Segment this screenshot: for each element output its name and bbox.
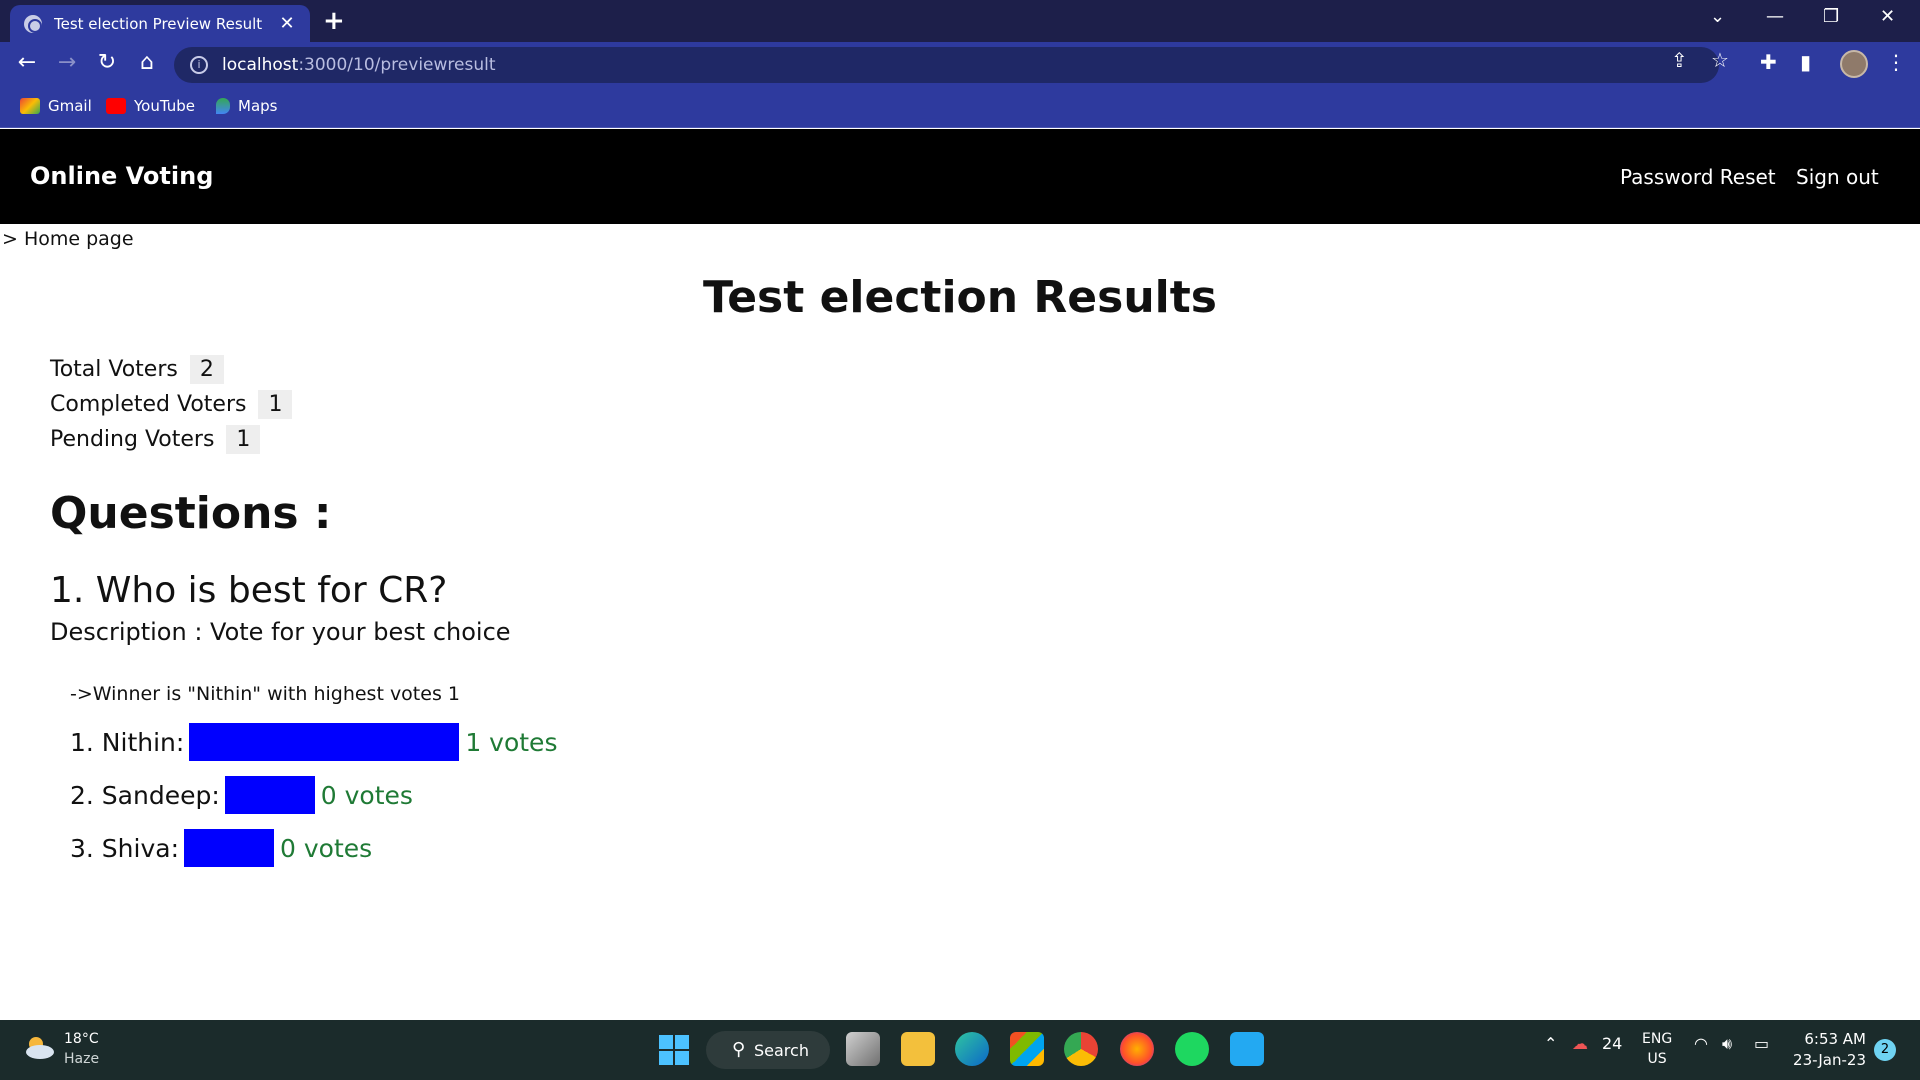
bookmarks-bar: Gmail YouTube Maps [0,88,1920,128]
search-icon: ⚲ [732,1039,746,1060]
firefox-icon[interactable] [1120,1032,1154,1066]
questions-heading: Questions : [50,488,332,539]
battery-icon[interactable]: ▭ [1754,1034,1769,1053]
store-icon[interactable] [1010,1032,1044,1066]
option-row: 1. Nithin: 1 votes [70,723,557,761]
total-voters-stat: Total Voters 2 [50,355,224,384]
bookmark-youtube[interactable]: YouTube [106,97,195,115]
share-icon[interactable]: ⇪ [1671,48,1688,72]
task-view-icon[interactable] [846,1032,880,1066]
stat-value: 1 [226,425,261,454]
weather-widget[interactable]: 18°C Haze [64,1029,99,1069]
language: ENG [1642,1031,1673,1047]
browser-tab[interactable]: Test election Preview Result ✕ [10,5,310,42]
vote-bar [189,723,460,761]
bookmark-maps[interactable]: Maps [216,97,277,115]
region: US [1647,1051,1667,1067]
back-icon[interactable]: ← [12,50,42,75]
url-text: localhost:3000/10/previewresult [222,55,496,75]
youtube-icon [106,98,126,114]
home-page-link[interactable]: > Home page [2,228,134,250]
vote-count: 1 votes [465,727,558,757]
stat-label: Completed Voters [50,392,247,417]
vote-count: 0 votes [320,780,413,810]
stat-value: 1 [258,390,293,419]
vscode-icon[interactable] [1230,1032,1264,1066]
vote-bar [184,829,274,867]
brand-logo[interactable]: Online Voting [30,162,213,190]
tab-title: Test election Preview Result [54,14,263,33]
browser-toolbar: ← → ↻ ⌂ i localhost:3000/10/previewresul… [0,42,1920,88]
tab-search-icon[interactable]: ⌄ [1710,6,1725,27]
option-row: 2. Sandeep: 0 votes [70,776,413,814]
vote-bar [224,776,315,814]
edge-icon[interactable] [955,1032,989,1066]
restore-icon[interactable]: ❐ [1823,6,1839,27]
bookmark-label: Maps [238,97,278,115]
sign-out-link[interactable]: Sign out [1796,165,1879,189]
completed-voters-stat: Completed Voters 1 [50,390,293,419]
time: 6:53 AM [1804,1030,1866,1048]
tray-count[interactable]: 24 [1602,1034,1622,1053]
notification-badge[interactable]: 2 [1874,1039,1896,1061]
menu-icon[interactable]: ⋮ [1886,50,1906,74]
search-label: Search [754,1040,809,1060]
clock[interactable]: 6:53 AM 23-Jan-23 [1790,1029,1866,1071]
close-window-icon[interactable]: ✕ [1880,6,1895,27]
page-title: Test election Results [703,272,1217,323]
winner-text: ->Winner is "Nithin" with highest votes … [70,683,460,705]
pending-voters-stat: Pending Voters 1 [50,425,261,454]
vote-count: 0 votes [280,833,373,863]
close-tab-icon[interactable]: ✕ [276,13,298,34]
forward-icon[interactable]: → [52,50,82,75]
home-icon[interactable]: ⌂ [132,50,162,75]
option-label: 1. Nithin: [70,727,185,757]
temperature: 18°C [64,1031,99,1047]
gmail-icon [20,98,40,114]
new-tab-icon[interactable]: + [323,6,345,36]
show-hidden-icons-icon[interactable]: ⌃ [1544,1034,1557,1053]
bookmark-star-icon[interactable]: ☆ [1711,48,1729,72]
option-row: 3. Shiva: 0 votes [70,829,372,867]
language-indicator[interactable]: ENG US [1642,1029,1672,1069]
stat-label: Pending Voters [50,427,215,452]
bookmark-label: Gmail [48,97,92,115]
spotify-icon[interactable] [1175,1032,1209,1066]
date: 23-Jan-23 [1793,1051,1866,1069]
option-label: 2. Sandeep: [70,780,220,810]
question-title: 1. Who is best for CR? [50,570,448,611]
app-navbar: Online Voting Password Reset Sign out [0,129,1920,224]
reload-icon[interactable]: ↻ [92,50,122,75]
bookmark-gmail[interactable]: Gmail [20,97,92,115]
volume-icon[interactable]: 🔊︎ [1722,1034,1732,1054]
profile-avatar[interactable] [1840,50,1868,78]
side-panel-icon[interactable]: ▮ [1800,50,1811,74]
file-explorer-icon[interactable] [901,1032,935,1066]
taskbar-search[interactable]: ⚲ Search [706,1031,830,1069]
extensions-icon[interactable]: ✚ [1760,50,1777,74]
address-bar[interactable]: i localhost:3000/10/previewresult [174,47,1719,83]
windows-taskbar: 18°C Haze ⚲ Search ⌃ ☁ 24 ENG US ◠ 🔊︎ ▭ … [0,1020,1920,1080]
weather-haze-icon[interactable] [22,1034,56,1060]
browser-tab-strip: Test election Preview Result ✕ + ⌄ — ❐ ✕ [0,0,1920,42]
stat-label: Total Voters [50,357,178,382]
wifi-icon[interactable]: ◠ [1694,1034,1708,1053]
maps-icon [216,98,230,114]
windows-start-icon[interactable] [659,1035,689,1065]
password-reset-link[interactable]: Password Reset [1620,165,1776,189]
bookmark-label: YouTube [134,97,195,115]
onedrive-error-icon[interactable]: ☁ [1572,1034,1588,1053]
minimize-icon[interactable]: — [1766,6,1784,27]
globe-icon [24,14,42,33]
question-description: Description : Vote for your best choice [50,618,511,646]
weather-condition: Haze [64,1051,100,1067]
chrome-icon[interactable] [1064,1032,1098,1066]
stat-value: 2 [189,355,224,384]
option-label: 3. Shiva: [70,833,179,863]
site-info-icon[interactable]: i [190,56,208,74]
